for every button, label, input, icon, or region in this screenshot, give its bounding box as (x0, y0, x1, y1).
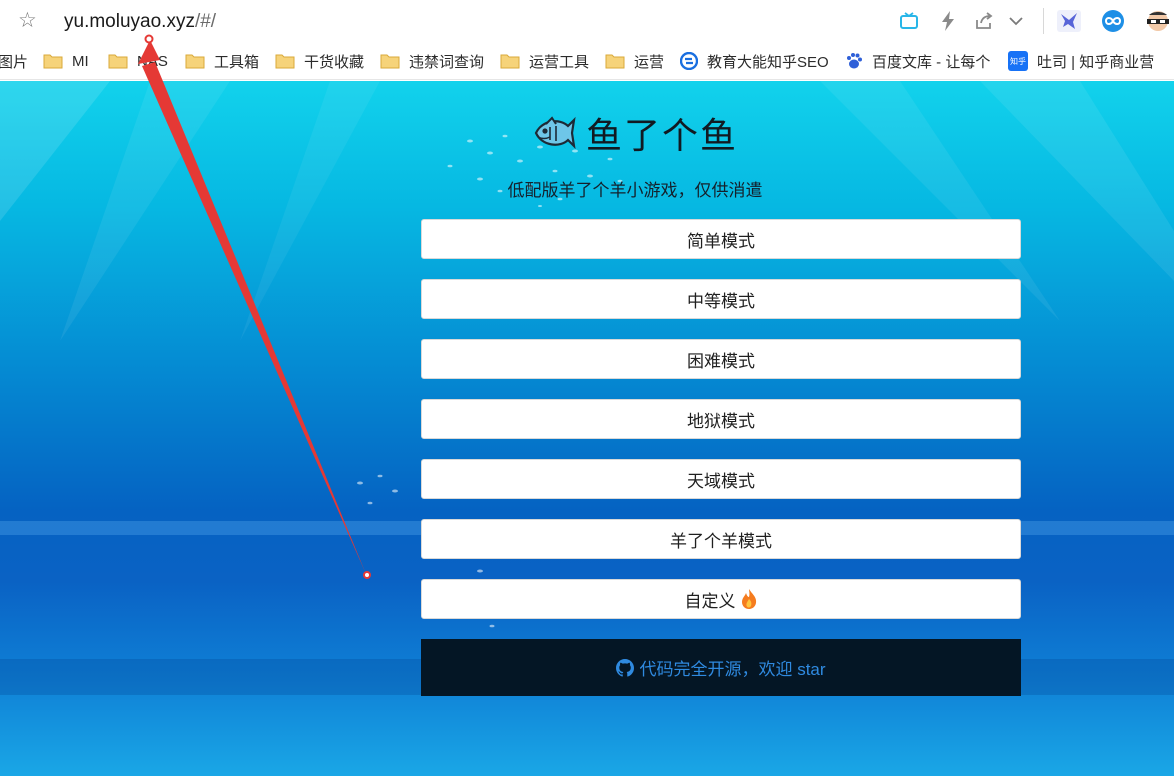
title-row: 鱼了个鱼 (0, 107, 1174, 159)
bookmark-folder-nas[interactable]: NAS (108, 50, 168, 72)
easy-mode-button[interactable]: 简单模式 (421, 219, 1021, 259)
bookmark-folder-toolbox[interactable]: 工具箱 (185, 50, 259, 72)
page-subtitle: 低配版羊了个羊小游戏，仅供消遣 (507, 181, 763, 200)
fish-icon (534, 116, 576, 150)
open-source-footer[interactable]: 代码完全开源，欢迎 star (421, 639, 1021, 696)
button-label: 困难模式 (687, 351, 755, 372)
medium-mode-button[interactable]: 中等模式 (421, 279, 1021, 319)
bookmark-link-seo[interactable]: 教育大能知乎SEO (680, 50, 829, 72)
button-label: 自定义 (684, 591, 736, 612)
bookmark-folder-collection[interactable]: 干货收藏 (275, 50, 364, 72)
zhihu-icon: 知乎 (1008, 51, 1028, 71)
folder-icon (380, 53, 400, 69)
url-host: yu.moluyao.xyz (64, 11, 195, 32)
bookmark-label: 工具箱 (214, 53, 260, 71)
bird-extension-icon[interactable] (1057, 10, 1081, 32)
bookmark-label: NAS (137, 52, 168, 70)
game-page: 鱼了个鱼 低配版羊了个羊小游戏，仅供消遣 简单模式 中等模式 困难模式 地狱模式… (0, 81, 1174, 776)
folder-icon (275, 53, 295, 69)
bookmark-link-baidu-wenku[interactable]: 百度文库 - 让每个 (845, 50, 990, 72)
sheep-mode-button[interactable]: 羊了个羊模式 (421, 519, 1021, 559)
bookmark-label: 运营 (634, 53, 665, 71)
fire-icon (740, 588, 758, 610)
url-field[interactable]: yu.moluyao.xyz/#/ (64, 10, 216, 34)
bookmark-label: 干货收藏 (304, 53, 365, 71)
bookmark-folder-ops-tools[interactable]: 运营工具 (500, 50, 589, 72)
github-icon (616, 658, 635, 677)
toolbar-divider (1043, 8, 1044, 34)
lightning-icon[interactable] (938, 10, 958, 32)
page-title: 鱼了个鱼 (585, 115, 738, 156)
button-label: 天域模式 (687, 471, 755, 492)
hell-mode-button[interactable]: 地狱模式 (421, 399, 1021, 439)
share-icon[interactable] (973, 10, 995, 32)
bookmark-link-zhihu[interactable]: 知乎 吐司 | 知乎商业营 (1008, 50, 1154, 72)
folder-icon (108, 53, 128, 69)
bookmark-folder-ops[interactable]: 运营 (605, 50, 664, 72)
bookmark-label: MI (72, 52, 89, 70)
button-label: 简单模式 (687, 231, 755, 252)
bookmark-star-icon[interactable]: ☆ (18, 9, 37, 33)
button-label: 羊了个羊模式 (670, 531, 772, 552)
custom-mode-button[interactable]: 自定义 (421, 579, 1021, 619)
bookmark-folder-words[interactable]: 违禁词查询 (380, 50, 484, 72)
bookmark-label: 教育大能知乎SEO (707, 53, 829, 71)
sky-mode-button[interactable]: 天域模式 (421, 459, 1021, 499)
bookmark-label: 违禁词查询 (409, 53, 485, 71)
bookmark-folder-mi[interactable]: MI (43, 50, 89, 72)
url-path: /#/ (194, 11, 217, 32)
infinity-extension-icon[interactable] (1100, 10, 1126, 32)
footer-text: 代码完全开源，欢迎 star (639, 660, 826, 679)
sogou-icon (680, 52, 698, 70)
folder-icon (43, 53, 63, 69)
folder-icon (605, 53, 625, 69)
baidu-paw-icon (845, 52, 863, 70)
button-label: 地狱模式 (687, 411, 755, 432)
bookmark-item[interactable]: 图片 (0, 50, 28, 72)
address-bar: ☆ yu.moluyao.xyz/#/ (0, 0, 1174, 42)
bookmark-label: 运营工具 (529, 53, 590, 71)
bookmark-label: 图片 (0, 53, 29, 71)
bookmarks-bar: 图片 MI NAS 工具箱 干货收藏 违禁词查询 运营工具 运营 教育大能知乎S… (0, 42, 1174, 80)
button-label: 中等模式 (687, 291, 755, 312)
hard-mode-button[interactable]: 困难模式 (421, 339, 1021, 379)
bookmark-label: 百度文库 - 让每个 (872, 53, 991, 71)
chevron-down-icon[interactable] (1006, 10, 1026, 32)
folder-icon (185, 53, 205, 69)
mask-extension-icon[interactable] (1144, 10, 1172, 32)
tv-icon[interactable] (898, 10, 920, 32)
bookmark-label: 吐司 | 知乎商业营 (1037, 53, 1155, 71)
folder-icon (500, 53, 520, 69)
